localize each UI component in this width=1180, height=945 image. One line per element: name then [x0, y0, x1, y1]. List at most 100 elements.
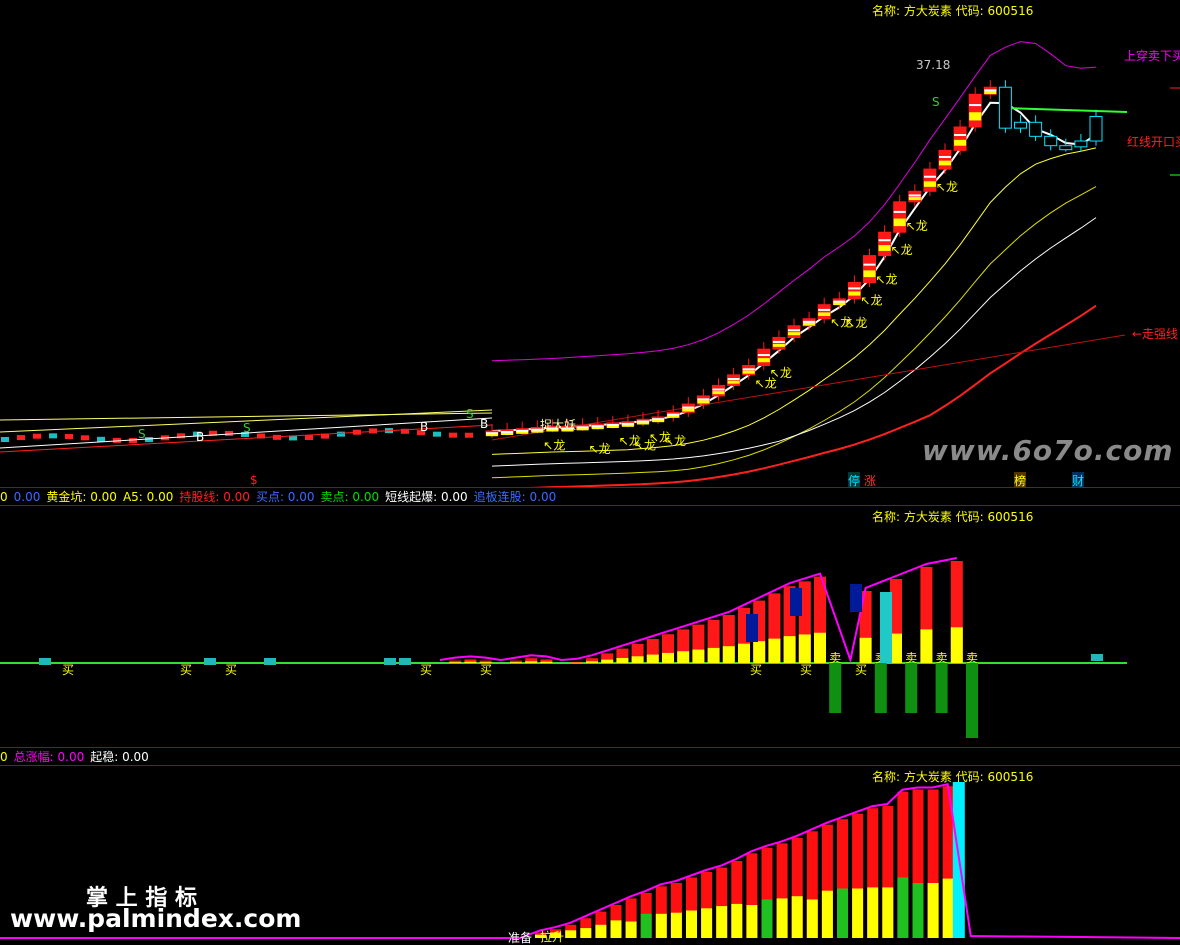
bar-yellow	[950, 627, 963, 663]
stack-yellow	[580, 928, 592, 938]
legend-item-2: 黄金坑: 0.00	[46, 490, 117, 504]
stack-yellow	[897, 877, 909, 938]
candle-body	[923, 168, 937, 192]
candle-stripe	[954, 134, 967, 136]
cyan-marker	[384, 658, 396, 665]
candle-body	[1059, 145, 1073, 151]
bar-cyan	[880, 592, 892, 663]
candle-stripe	[772, 340, 785, 343]
candle-stripe	[878, 239, 891, 242]
candle-stripe	[682, 406, 695, 409]
stack-yellow	[701, 908, 713, 938]
buy-mark: 买	[855, 663, 867, 677]
label-red-open-buy: 红线开口买	[1127, 135, 1180, 149]
candle-body	[938, 149, 952, 170]
candle-body	[863, 255, 876, 283]
legend-item-8: 追板连股: 0.00	[473, 490, 557, 504]
candle-stripe	[742, 368, 755, 371]
legend-item-1: 总涨幅: 0.00	[13, 750, 85, 764]
label-pullup: 拉升	[540, 930, 565, 944]
candle-stripe	[833, 300, 846, 303]
buy-signal-mark: B	[480, 417, 488, 431]
bar-green-neg	[829, 663, 842, 713]
stack-yellow	[625, 921, 637, 938]
tag-finance: 财	[1072, 472, 1085, 487]
stack-yellow	[882, 887, 894, 938]
main-price-panel: ↖龙 ↖龙 ↖龙 ↖龙 ↖龙 ↖龙 ↖龙 ↖龙 ↖龙 ↖龙 ↖龙 ↖龙 ↖龙 ↖龙 ↖龙 S S S S B B B 名称…	[0, 0, 1180, 487]
candle-body	[953, 126, 967, 151]
candle-body	[787, 325, 801, 338]
stack-yellow	[837, 888, 848, 938]
bar-blue	[746, 614, 758, 642]
candle-band	[803, 322, 816, 326]
bar-yellow	[692, 649, 705, 663]
legend-item-6: 卖点: 0.00	[320, 490, 380, 504]
small-candle	[97, 436, 105, 442]
stack-yellow	[640, 913, 652, 938]
cyan-marker	[399, 658, 411, 665]
dragon-mark: ↖龙	[845, 316, 867, 330]
candle-stripe	[501, 431, 514, 434]
dragon-mark: ↖龙	[876, 273, 898, 287]
indicator-panel-2: 卖卖卖卖卖买买买买买买买买 名称: 方大炭素 代码: 600516	[0, 506, 1180, 747]
stack-yellow	[942, 878, 954, 938]
candle-band	[727, 380, 740, 384]
stack-yellow	[716, 906, 728, 938]
strong-line	[491, 334, 1126, 441]
bar-yellow	[859, 637, 872, 663]
candle-stripe	[803, 320, 816, 323]
dragon-mark: ↖龙	[906, 219, 928, 233]
candle-band	[848, 291, 861, 296]
candle-body	[1029, 121, 1043, 137]
candlestick-chart: ↖龙 ↖龙↖龙↖龙↖龙↖龙↖龙↖龙↖龙↖龙↖龙↖龙↖龙↖龙↖龙S SSSBB B	[0, 41, 1180, 487]
small-candle	[337, 431, 345, 437]
candle-body	[878, 231, 892, 257]
bar-blue	[790, 588, 802, 616]
candle-body	[817, 304, 831, 320]
stack-yellow	[852, 888, 864, 938]
candle-band	[682, 408, 695, 412]
sell-signal-mark: S	[932, 95, 940, 109]
buy-mark: 买	[420, 663, 432, 677]
dragon-mark: ↖龙	[936, 180, 958, 194]
bar-green-neg	[935, 663, 948, 713]
cyan-marker	[39, 658, 51, 665]
buy-signal-mark: B	[196, 430, 204, 444]
rise-bar-chart: 卖卖卖卖卖买买买买买买买买	[0, 557, 1127, 738]
candle-body	[712, 384, 725, 397]
candle-body	[847, 281, 861, 300]
candle-body	[908, 190, 922, 203]
small-candle	[33, 433, 41, 439]
stack-yellow	[912, 883, 924, 938]
stock-title: 名称: 方大炭素 代码: 600516	[872, 4, 1034, 18]
ma-white-fast	[491, 101, 1097, 432]
candle-band	[863, 270, 876, 278]
high-price-label: 37.18	[916, 58, 951, 72]
bar-green-neg	[905, 663, 918, 713]
panel2-title: 名称: 方大炭素 代码: 600516	[872, 510, 1034, 524]
dragon-mark: ↖龙	[891, 243, 913, 257]
stack-yellow	[686, 910, 697, 938]
sell-signal-mark: S	[243, 421, 251, 435]
candle-stripe	[591, 425, 604, 428]
buy-mark: 买	[62, 663, 74, 677]
buy-mark: 买	[225, 663, 237, 677]
candle-body	[727, 374, 741, 386]
dragon-mark: ↖龙	[860, 293, 882, 307]
stack-yellow	[761, 899, 773, 938]
catch-label: 捉大妖	[540, 418, 577, 432]
candle-band	[697, 400, 710, 404]
cyan-marker	[264, 658, 276, 665]
legend-item-3: A5: 0.00	[122, 490, 174, 504]
candle-band	[984, 91, 997, 95]
legend-item-7: 短线起爆: 0.00	[385, 490, 468, 504]
candle-body	[968, 93, 982, 128]
candle-stripe	[667, 413, 680, 416]
small-candle	[433, 431, 441, 437]
candle-band	[742, 370, 755, 374]
legend-item-1: 0.00	[13, 490, 41, 504]
stack-yellow	[595, 924, 607, 938]
candle-band	[893, 218, 906, 227]
sell-mark: 卖	[905, 651, 917, 665]
candle-band	[939, 160, 951, 166]
